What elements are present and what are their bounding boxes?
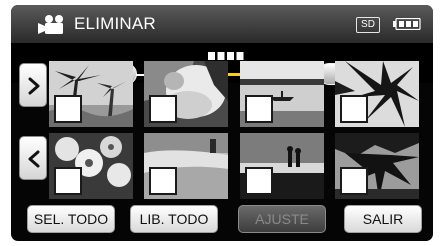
page-indicator-dots (208, 52, 244, 60)
thumbnail-couple-sunset[interactable] (240, 133, 324, 199)
lcd-screen: ELIMINAR SD SEL. TODO LIB. TODO AJUSTE S… (11, 5, 433, 241)
thumbnail-sandy-beach[interactable] (144, 133, 228, 199)
set-button[interactable]: AJUSTE (238, 205, 326, 233)
quit-button[interactable]: SALIR (344, 205, 422, 233)
thumbnail-checkbox[interactable] (149, 95, 177, 123)
thumbnail-boat-on-lake[interactable] (240, 61, 324, 127)
select-all-button[interactable]: SEL. TODO (27, 205, 115, 233)
chevron-right-icon (28, 77, 40, 95)
thumbnail-palm-leaves[interactable] (335, 61, 419, 127)
video-camera-icon (38, 15, 63, 34)
battery-icon (393, 18, 421, 30)
thumbnail-tree-silhouette[interactable] (335, 133, 419, 199)
release-all-button[interactable]: LIB. TODO (130, 205, 218, 233)
thumbnail-palm-trees-beach[interactable] (49, 61, 133, 127)
previous-button[interactable] (19, 136, 47, 180)
thumbnail-checkbox[interactable] (340, 167, 368, 195)
thumbnail-checkbox[interactable] (54, 167, 82, 195)
thumbnail-checkbox[interactable] (245, 95, 273, 123)
screen-title: ELIMINAR (74, 14, 156, 33)
thumbnail-flowers[interactable] (49, 133, 133, 199)
sd-card-badge: SD (356, 17, 380, 33)
thumbnail-checkbox[interactable] (340, 95, 368, 123)
chevron-left-icon (28, 150, 40, 168)
thumbnail-checkbox[interactable] (149, 167, 177, 195)
thumbnail-wedding-portrait[interactable] (144, 61, 228, 127)
thumbnail-checkbox[interactable] (245, 167, 273, 195)
next-button[interactable] (19, 63, 47, 107)
thumbnail-checkbox[interactable] (54, 95, 82, 123)
header-bar: ELIMINAR SD (11, 5, 433, 43)
